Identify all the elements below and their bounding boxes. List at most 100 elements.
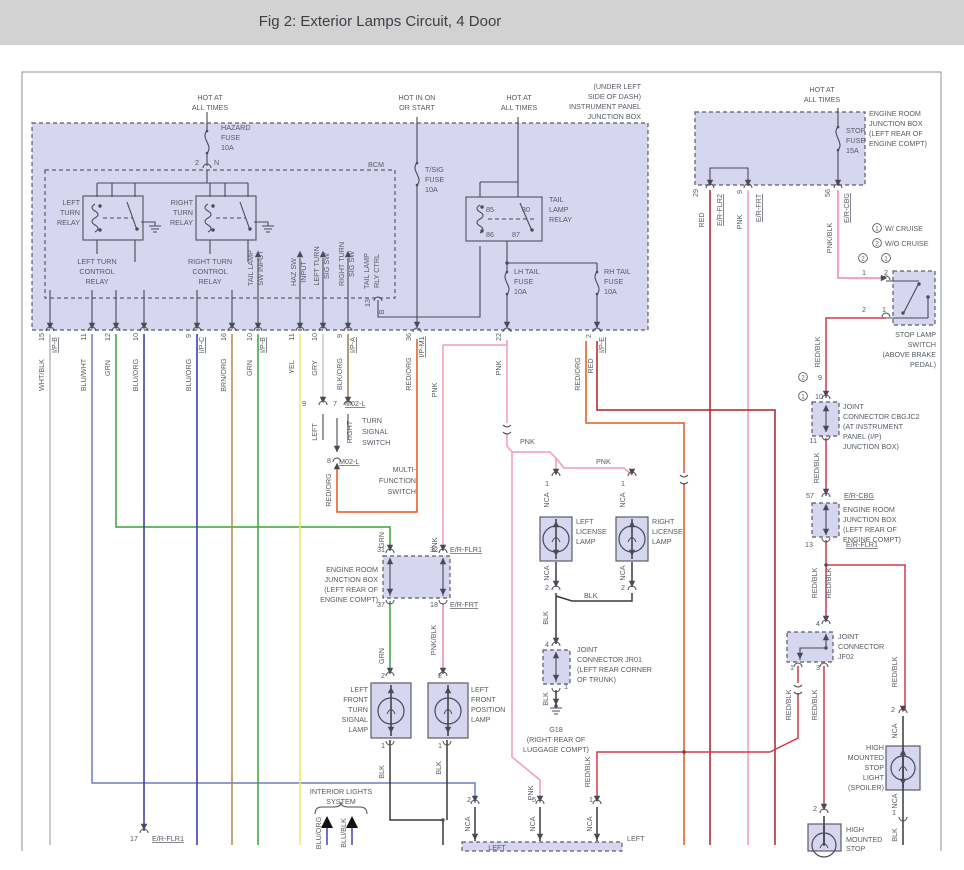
diagram-label: JUNCTION BOX) xyxy=(843,442,899,451)
diagram-label: TAIL LAMP xyxy=(246,250,255,286)
diagram-label: 2 xyxy=(884,268,888,277)
diagram-label: E/R-CBG xyxy=(842,193,851,223)
diagram-label: RELAY xyxy=(85,277,108,286)
diagram-label: RED/BLK xyxy=(784,689,793,720)
diagram-label: RIGHT TURN xyxy=(337,242,346,286)
arrowhead-d xyxy=(552,468,560,476)
diagram-label: (AT INSTRUMENT xyxy=(843,422,904,431)
circled-number-text: 2 xyxy=(801,374,805,381)
arrowhead-d xyxy=(628,468,636,476)
diagram-label: 10 xyxy=(815,392,823,401)
diagram-label: FUSE xyxy=(221,133,240,142)
junction-dot xyxy=(248,227,252,231)
diagram-label: 29 xyxy=(691,189,700,197)
fuse-end xyxy=(595,292,599,296)
diagram-label: NCA xyxy=(890,793,899,808)
diagram-label: LH TAIL xyxy=(514,267,540,276)
diagram-label: 2 xyxy=(438,671,442,680)
diagram-label: 1 xyxy=(882,305,886,314)
diagram-label: RED/BLK xyxy=(810,689,819,720)
diagram-label: FUSE xyxy=(604,277,623,286)
diagram-label: 9 xyxy=(335,334,344,338)
diagram-label: RED/ORG xyxy=(573,357,582,391)
diagram-label: ENGINE COMPT) xyxy=(320,595,378,604)
arrowhead-d xyxy=(471,795,479,803)
diagram-label: 37 xyxy=(377,600,385,609)
diagram-label: SYSTEM xyxy=(326,797,356,806)
diagram-label: BLU/BLK xyxy=(339,818,348,848)
diagram-label: PNK xyxy=(520,437,535,446)
diagram-label: SIG SW xyxy=(347,251,356,277)
diagram-label: RED xyxy=(697,212,706,227)
diagram-label: ALL TIMES xyxy=(501,103,538,112)
diagram-label: RH TAIL xyxy=(604,267,631,276)
diagram-label: LEFT TURN xyxy=(312,246,321,285)
diagram-label: FUSE xyxy=(425,175,444,184)
arrowhead-d xyxy=(552,698,560,706)
diagram-label: 1 xyxy=(381,741,385,750)
junction-dot xyxy=(441,818,445,822)
diagram-label: NCA xyxy=(542,565,551,580)
diagram-label: W/O CRUISE xyxy=(885,239,929,248)
diagram-label: E/R-CBG xyxy=(844,491,874,500)
diagram-label: PNK/BLK xyxy=(429,625,438,656)
diagram-label: STOP xyxy=(846,126,866,135)
diagram-label: JUNCTION BOX xyxy=(869,119,923,128)
diagram-label: JOINT xyxy=(577,645,598,654)
diagram-label: 10 xyxy=(245,333,254,341)
diagram-label: LEFT xyxy=(62,198,80,207)
diagram-label: 2 xyxy=(862,305,866,314)
junction-dot xyxy=(98,228,102,232)
diagram-label: RED/BLK xyxy=(824,567,833,598)
junction-dot xyxy=(824,646,828,650)
diagram-label: LIGHT xyxy=(863,773,885,782)
diagram-label: BLK xyxy=(584,591,598,600)
diagram-label: TAIL xyxy=(549,195,564,204)
diagram-label: (SPOILER) xyxy=(848,783,884,792)
diagram-label: PNK xyxy=(430,382,439,397)
diagram-label: RELAY xyxy=(57,218,80,227)
fuse-end xyxy=(205,129,209,133)
diagram-label: MULTI- xyxy=(393,465,417,474)
diagram-label: (UNDER LEFT xyxy=(593,82,641,91)
diagram-label: JOINT xyxy=(838,632,859,641)
diagram-label: WHT/BLK xyxy=(37,359,46,391)
diagram-label: LICENSE xyxy=(652,527,683,536)
diagram-label: 2 xyxy=(195,158,199,167)
diagram-label: LAMP xyxy=(652,537,672,546)
diagram-label: INPUT xyxy=(299,261,308,283)
diagram-label: I/P-E xyxy=(597,337,606,353)
diagram-label: M02-L xyxy=(339,457,359,466)
diagram-label: LUGGAGE COMPT) xyxy=(523,745,589,754)
left-rear-combination-lamp-box xyxy=(461,841,623,852)
diagram-label: GRY xyxy=(310,360,319,376)
diagram-label: LEFT xyxy=(350,685,368,694)
diagram-label: E/R-FRT xyxy=(754,193,763,222)
diagram-label: RELAY xyxy=(549,215,572,224)
diagram-label: JOINT xyxy=(843,402,864,411)
diagram-label: 15 xyxy=(37,333,46,341)
arrowhead-d xyxy=(593,833,601,841)
diagram-label: 2 xyxy=(545,583,549,592)
junction-dot xyxy=(98,204,102,208)
diagram-label: CONNECTOR CBGJC2 xyxy=(843,412,920,421)
diagram-label: E/R-FLR1 xyxy=(846,540,878,549)
diagram-label: LEFT xyxy=(471,685,489,694)
diagram-label: 31 xyxy=(377,545,385,554)
diagram-label: GRN xyxy=(377,648,386,664)
diagram-label: 10A xyxy=(604,287,617,296)
diagram-label: 16 xyxy=(219,333,228,341)
diagram-label: I/P-B xyxy=(50,337,59,353)
junction-dot xyxy=(530,228,534,232)
diagram-label: E/R-FLR1 xyxy=(450,545,482,554)
diagram-label: NCA xyxy=(585,816,594,831)
junction-dot xyxy=(824,563,828,567)
diagram-label: RED/ORG xyxy=(324,473,333,507)
arrowhead-d xyxy=(471,833,479,841)
diagram-label: HOT AT xyxy=(506,93,532,102)
diagram-label: 9 xyxy=(735,190,744,194)
fuse-end xyxy=(595,270,599,274)
junction-dot xyxy=(926,295,930,299)
diagram-label: W/ CRUISE xyxy=(885,224,923,233)
diagram-label: M02-L xyxy=(345,399,365,408)
